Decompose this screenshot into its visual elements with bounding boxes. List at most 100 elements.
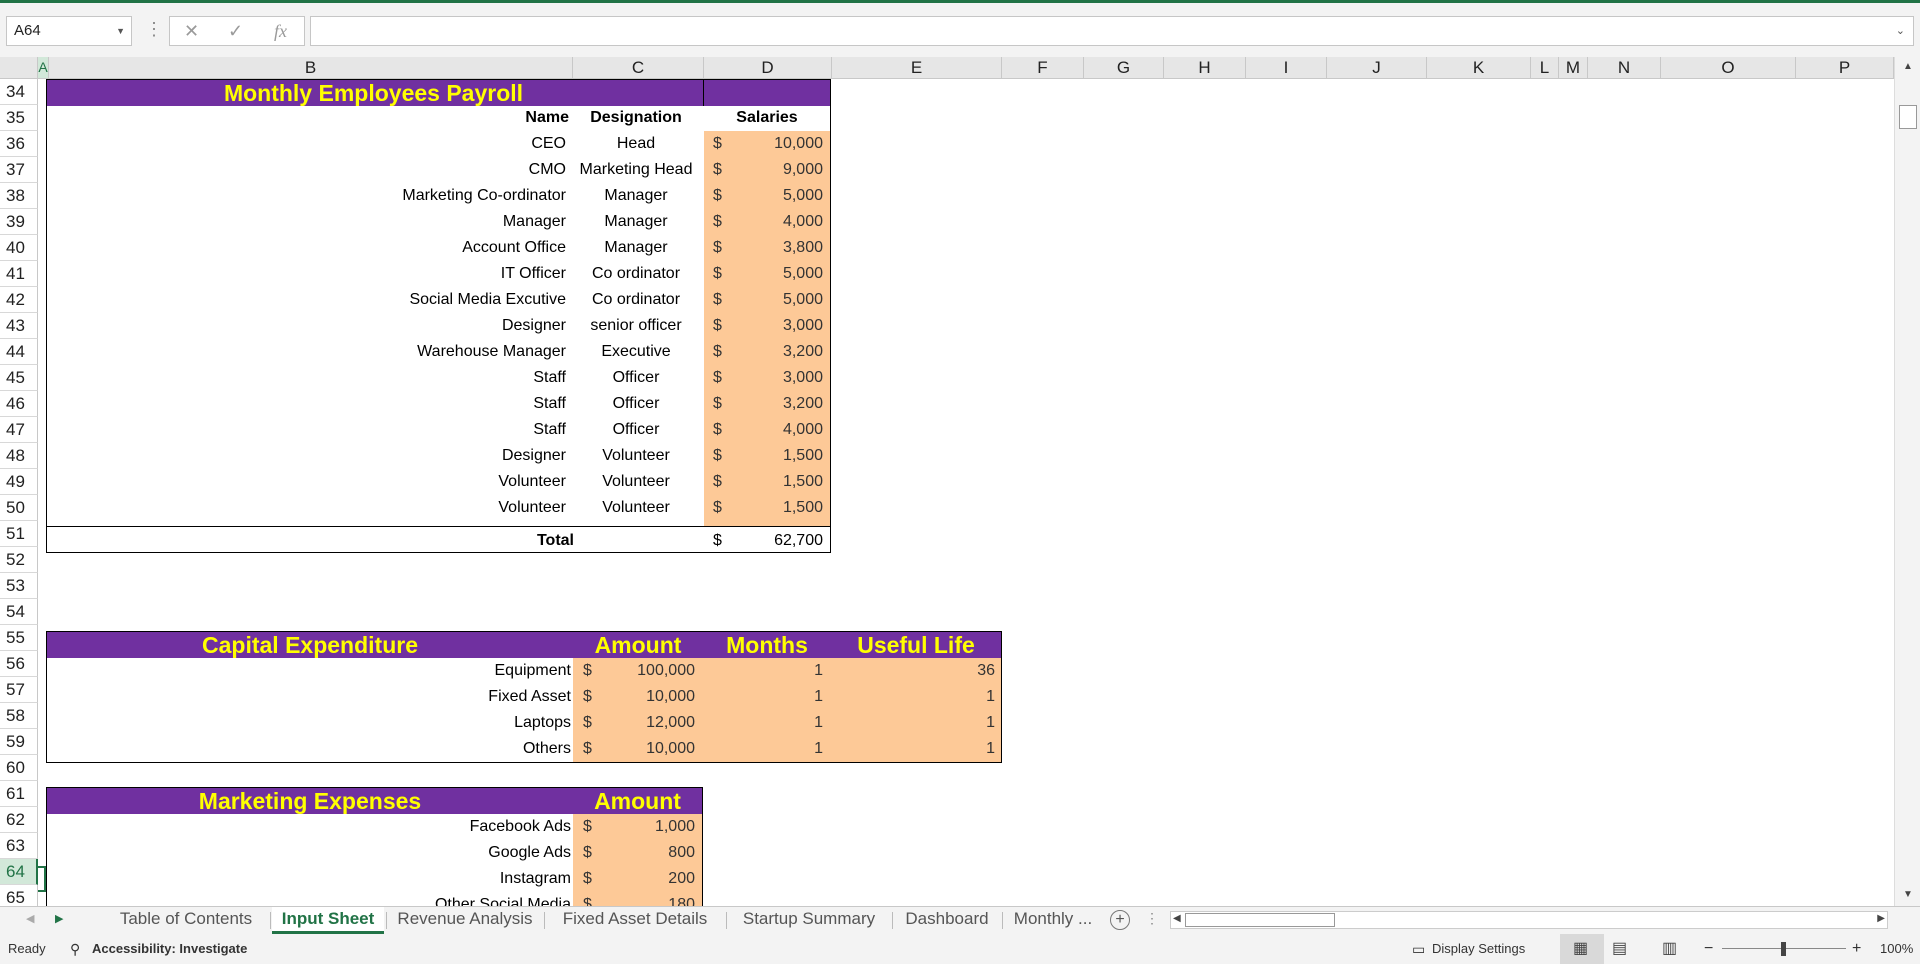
marketing-item-cell[interactable]: Facebook Ads <box>47 814 571 840</box>
capex-currency-cell[interactable]: $ <box>583 684 603 710</box>
row-header-38[interactable]: 38 <box>0 183 38 209</box>
capex-months-cell[interactable]: 1 <box>703 658 823 684</box>
zoom-slider-thumb[interactable] <box>1781 942 1786 956</box>
scroll-down-icon[interactable]: ▼ <box>1899 889 1917 900</box>
payroll-name-cell[interactable]: CMO <box>47 157 566 183</box>
payroll-salary-cell[interactable]: 1,500 <box>733 495 823 521</box>
payroll-name-cell[interactable]: Designer <box>47 443 566 469</box>
column-header-j[interactable]: J <box>1327 57 1427 79</box>
payroll-name-cell[interactable]: Staff <box>47 417 566 443</box>
row-header-48[interactable]: 48 <box>0 443 38 469</box>
column-header-d[interactable]: D <box>704 57 832 79</box>
capex-item-cell[interactable]: Equipment <box>47 658 572 684</box>
accessibility-status[interactable]: Accessibility: Investigate <box>92 934 247 964</box>
payroll-designation-cell[interactable]: Volunteer <box>569 495 703 521</box>
tab-fixed-asset-details[interactable]: Fixed Asset Details <box>546 907 724 934</box>
capex-life-cell[interactable]: 1 <box>831 736 995 762</box>
payroll-currency-cell[interactable]: $ <box>713 157 733 183</box>
payroll-name-cell[interactable]: Designer <box>47 313 566 339</box>
payroll-currency-cell[interactable]: $ <box>713 495 733 521</box>
capex-amount-cell[interactable]: 100,000 <box>603 658 695 684</box>
tab-revenue-analysis[interactable]: Revenue Analysis <box>388 907 542 934</box>
row-header-51[interactable]: 51 <box>0 521 38 547</box>
payroll-designation-cell[interactable]: Marketing Head <box>569 157 703 183</box>
marketing-item-cell[interactable]: Instagram <box>47 866 571 892</box>
row-header-62[interactable]: 62 <box>0 807 38 833</box>
marketing-item-cell[interactable]: Google Ads <box>47 840 571 866</box>
payroll-name-cell[interactable]: Volunteer <box>47 469 566 495</box>
payroll-name-cell[interactable]: Marketing Co-ordinator <box>47 183 566 209</box>
cancel-icon[interactable]: ✕ <box>184 17 199 45</box>
payroll-currency-cell[interactable]: $ <box>713 287 733 313</box>
zoom-out-icon[interactable]: − <box>1704 934 1713 964</box>
horizontal-scrollbar[interactable]: ◀ ▶ <box>1170 911 1888 929</box>
row-header-54[interactable]: 54 <box>0 599 38 625</box>
payroll-currency-cell[interactable]: $ <box>713 235 733 261</box>
payroll-designation-cell[interactable]: Volunteer <box>569 469 703 495</box>
column-header-g[interactable]: G <box>1084 57 1164 79</box>
row-header-60[interactable]: 60 <box>0 755 38 781</box>
more-options-icon[interactable]: ⋮ <box>145 19 163 39</box>
tab-input-sheet[interactable]: Input Sheet <box>272 907 384 934</box>
payroll-salary-cell[interactable]: 10,000 <box>733 131 823 157</box>
row-header-49[interactable]: 49 <box>0 469 38 495</box>
insert-function-icon[interactable]: fx <box>274 17 287 45</box>
column-header-f[interactable]: F <box>1002 57 1084 79</box>
scroll-right-icon[interactable]: ▶ <box>1877 913 1885 924</box>
column-header-k[interactable]: K <box>1427 57 1531 79</box>
payroll-salary-cell[interactable]: 4,000 <box>733 209 823 235</box>
payroll-name-cell[interactable]: Volunteer <box>47 495 566 521</box>
marketing-amount-cell[interactable]: 1,000 <box>603 814 695 840</box>
capex-months-cell[interactable]: 1 <box>703 684 823 710</box>
payroll-name-cell[interactable]: Social Media Excutive <box>47 287 566 313</box>
marketing-item-cell[interactable]: Other Social Media <box>47 892 571 906</box>
payroll-designation-cell[interactable]: Officer <box>569 365 703 391</box>
capex-months-cell[interactable]: 1 <box>703 710 823 736</box>
payroll-currency-cell[interactable]: $ <box>713 261 733 287</box>
capex-amount-cell[interactable]: 10,000 <box>603 684 695 710</box>
capex-currency-cell[interactable]: $ <box>583 658 603 684</box>
row-header-39[interactable]: 39 <box>0 209 38 235</box>
row-header-58[interactable]: 58 <box>0 703 38 729</box>
payroll-salary-cell[interactable]: 9,000 <box>733 157 823 183</box>
row-header-45[interactable]: 45 <box>0 365 38 391</box>
tab-split-handle-icon[interactable]: ⋮ <box>1145 910 1159 927</box>
payroll-salary-cell[interactable]: 3,000 <box>733 313 823 339</box>
enter-icon[interactable]: ✓ <box>228 17 243 45</box>
chevron-down-icon[interactable]: ▼ <box>116 17 125 45</box>
prev-sheet-icon[interactable]: ◀ <box>26 912 34 925</box>
payroll-salary-cell[interactable]: 3,000 <box>733 365 823 391</box>
capex-months-cell[interactable]: 1 <box>703 736 823 762</box>
display-settings-button[interactable]: Display Settings <box>1432 934 1525 964</box>
tab-dashboard[interactable]: Dashboard <box>894 907 1000 934</box>
formula-input[interactable]: ⌄ <box>310 16 1914 46</box>
payroll-salary-cell[interactable]: 5,000 <box>733 261 823 287</box>
payroll-salary-cell[interactable]: 1,500 <box>733 469 823 495</box>
row-header-37[interactable]: 37 <box>0 157 38 183</box>
row-header-63[interactable]: 63 <box>0 833 38 859</box>
payroll-salary-cell[interactable]: 3,800 <box>733 235 823 261</box>
payroll-designation-cell[interactable]: Co ordinator <box>569 261 703 287</box>
capex-item-cell[interactable]: Laptops <box>47 710 571 736</box>
name-box[interactable]: A64 ▼ <box>6 16 132 46</box>
row-header-34[interactable]: 34 <box>0 79 38 105</box>
horizontal-scroll-thumb[interactable] <box>1185 913 1335 927</box>
column-header-c[interactable]: C <box>573 57 704 79</box>
marketing-currency-cell[interactable]: $ <box>583 840 603 866</box>
column-header-h[interactable]: H <box>1164 57 1246 79</box>
capex-life-cell[interactable]: 1 <box>831 684 995 710</box>
payroll-designation-cell[interactable]: Officer <box>569 391 703 417</box>
payroll-name-cell[interactable]: IT Officer <box>47 261 566 287</box>
row-header-55[interactable]: 55 <box>0 625 38 651</box>
active-cell-selection[interactable] <box>38 866 46 892</box>
capex-currency-cell[interactable]: $ <box>583 710 603 736</box>
capex-item-cell[interactable]: Fixed Asset <box>47 684 571 710</box>
payroll-designation-cell[interactable]: senior officer <box>569 313 703 339</box>
expand-formula-bar-icon[interactable]: ⌄ <box>1896 24 1905 37</box>
column-header-a[interactable]: A <box>38 57 49 79</box>
payroll-name-cell[interactable]: Manager <box>47 209 566 235</box>
capex-currency-cell[interactable]: $ <box>583 736 603 762</box>
row-header-47[interactable]: 47 <box>0 417 38 443</box>
payroll-currency-cell[interactable]: $ <box>713 469 733 495</box>
row-header-53[interactable]: 53 <box>0 573 38 599</box>
